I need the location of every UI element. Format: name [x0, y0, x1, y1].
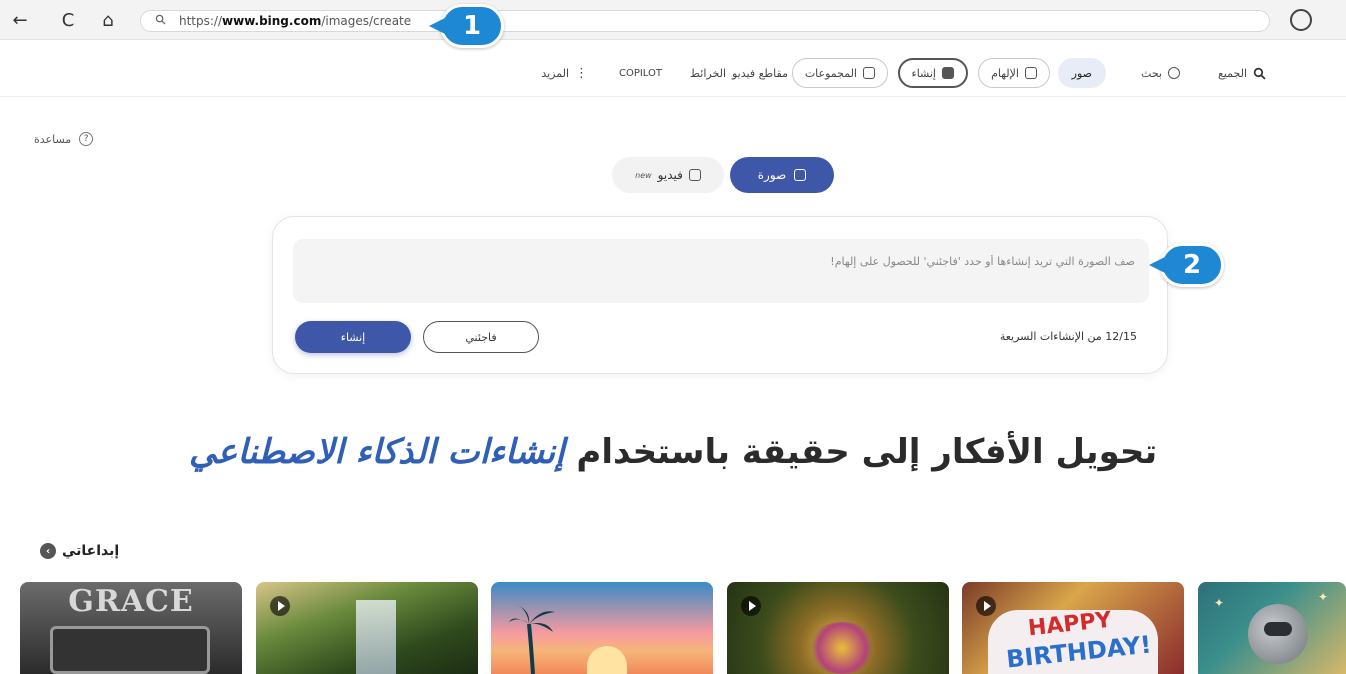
nav-all[interactable]: الجميع — [1218, 58, 1266, 88]
play-icon — [270, 596, 290, 616]
quick-creations-counter: 12/15 من الإنشاءات السريعة — [999, 330, 1137, 343]
page-headline: تحويل الأفكار إلى حقيقة باستخدام إنشاءات… — [0, 432, 1346, 472]
creation-thumbnail[interactable] — [256, 582, 478, 674]
nav-inspiration[interactable]: الإلهام — [978, 58, 1050, 88]
chevron-right-icon: › — [40, 543, 56, 559]
play-icon — [976, 596, 996, 616]
nav-create[interactable]: إنشاء — [897, 58, 968, 88]
nav-more-label: المزيد — [541, 66, 569, 80]
nav-all-label: الجميع — [1217, 66, 1247, 80]
copilot-search-icon — [1168, 67, 1180, 79]
creations-title-label: إبداعاتي — [62, 543, 120, 559]
nav-videos-label: مقاطع فيديو — [731, 66, 788, 80]
creation-thumbnail[interactable]: GRACE — [20, 582, 242, 674]
tab-video-label: فيديو — [657, 168, 683, 182]
search-icon — [1253, 67, 1266, 80]
thumbnail-text: GRACE — [68, 584, 194, 619]
url-text: https://www.bing.com/images/create — [179, 14, 412, 28]
nav-maps-label: الخرائط — [689, 66, 726, 80]
help-label: مساعدة — [34, 132, 72, 146]
star-icon: ✦ — [1214, 596, 1225, 610]
surprise-me-button[interactable]: فاجئني — [423, 321, 539, 353]
prompt-card: 12/15 من الإنشاءات السريعة فاجئني إنشاء — [272, 216, 1168, 374]
palm-tree-icon — [509, 604, 555, 674]
search-icon — [155, 14, 169, 28]
nav-copilot-label: COPILOT — [618, 67, 662, 79]
inspiration-icon — [1025, 67, 1037, 79]
flower-shape — [807, 622, 877, 674]
nav-more[interactable]: ⋮ المزيد — [541, 58, 588, 88]
creation-thumbnail[interactable] — [727, 582, 949, 674]
headline-accent: إنشاءات الذكاء الاصطناعي — [188, 432, 565, 472]
create-button[interactable]: إنشاء — [295, 321, 411, 353]
home-icon[interactable]: ⌂ — [96, 8, 120, 32]
more-icon: ⋮ — [575, 65, 588, 81]
creations-section-title[interactable]: إبداعاتي › — [40, 543, 119, 559]
nav-videos[interactable]: مقاطع فيديو — [732, 58, 788, 88]
creation-thumbnail[interactable]: ✦ ✦ — [1198, 582, 1346, 674]
play-icon — [741, 596, 761, 616]
back-icon[interactable]: ← — [8, 8, 32, 32]
nav-inspiration-label: الإلهام — [991, 66, 1019, 80]
robot-shape — [1248, 604, 1308, 664]
nav-images[interactable]: صور — [1057, 58, 1106, 88]
new-badge: new — [635, 170, 652, 180]
mode-tabs: صورة فيديو new — [612, 157, 834, 193]
nav-search[interactable]: بحث — [1141, 58, 1180, 88]
tab-image-label: صورة — [757, 168, 787, 182]
nav-images-label: صور — [1071, 66, 1092, 80]
creation-thumbnail[interactable]: HAPPY BIRTHDAY! — [962, 582, 1184, 674]
refresh-icon[interactable]: C — [56, 8, 80, 32]
tab-video[interactable]: فيديو new — [612, 157, 724, 193]
video-icon — [688, 169, 701, 181]
help-icon: ? — [79, 132, 94, 146]
tab-image[interactable]: صورة — [730, 157, 834, 193]
nav-divider — [0, 96, 1346, 97]
address-bar[interactable]: https://www.bing.com/images/create — [140, 10, 1270, 32]
headline-plain: تحويل الأفكار إلى حقيقة باستخدام — [564, 432, 1158, 472]
create-icon — [942, 67, 954, 79]
help-link[interactable]: ? مساعدة — [34, 132, 94, 146]
nav-create-label: إنشاء — [911, 66, 936, 80]
star-icon: ✦ — [1318, 590, 1329, 604]
prompt-area — [293, 239, 1149, 303]
browser-toolbar: ← C ⌂ https://www.bing.com/images/create — [0, 0, 1346, 40]
nav-collections-label: المجموعات — [804, 66, 857, 80]
bing-nav: الجميع بحث صور الإلهام إنشاء المجموعات م… — [0, 58, 1346, 92]
copilot-icon[interactable] — [1290, 9, 1312, 31]
collections-icon — [863, 67, 875, 79]
image-icon — [794, 169, 807, 181]
waterfall-shape — [356, 600, 396, 674]
nav-copilot[interactable]: COPILOT — [619, 58, 662, 88]
nav-collections[interactable]: المجموعات — [791, 58, 888, 88]
creation-thumbnail[interactable] — [491, 582, 713, 674]
prompt-input[interactable] — [307, 255, 1135, 287]
nav-maps[interactable]: الخرائط — [690, 58, 726, 88]
callout-1: 1 — [429, 4, 504, 48]
sun-shape — [587, 646, 627, 674]
nav-search-label: بحث — [1141, 66, 1162, 80]
thumbnail-frame — [50, 626, 210, 674]
callout-2: 2 — [1149, 243, 1224, 287]
